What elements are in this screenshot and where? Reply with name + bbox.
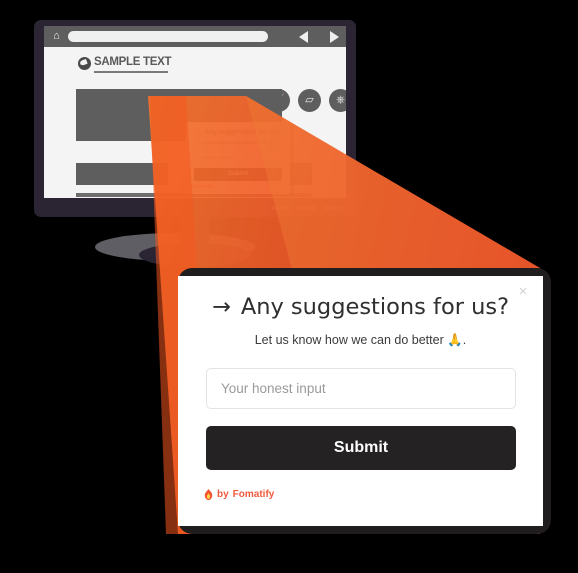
monitor: ⌂ SAMPLE TEXT ⌂ 🛒 ▱ ⎈: [34, 20, 356, 217]
flame-icon: [204, 489, 213, 500]
browser-nav-arrows: [299, 30, 339, 44]
browser-url-bar[interactable]: [68, 31, 268, 42]
mini-modal-submit-button[interactable]: Submit: [194, 168, 282, 181]
site-header: SAMPLE TEXT: [44, 47, 346, 81]
mini-modal-subtitle: Let us know how we can do better 🙏: [201, 140, 275, 145]
feedback-input[interactable]: [206, 368, 516, 409]
folder-icon[interactable]: ▱: [298, 89, 321, 112]
monitor-bezel-controls: [272, 206, 346, 211]
mini-modal-title: → Any suggestions for us?: [196, 129, 280, 136]
monitor-stand-base: [139, 243, 251, 267]
logo-underline: [94, 71, 168, 73]
browser-home-icon[interactable]: ⌂: [50, 30, 63, 43]
modal-title-text: Any suggestions for us?: [240, 294, 510, 320]
car-icon[interactable]: ⎈: [329, 89, 346, 112]
browser-chrome: ⌂: [44, 26, 346, 47]
mini-modal-branding: by Fomatify: [193, 184, 214, 188]
modal-subtitle: Let us know how we can do better 🙏.: [254, 333, 467, 347]
scene: ⌂ SAMPLE TEXT ⌂ 🛒 ▱ ⎈: [0, 0, 578, 573]
text-line: [76, 193, 194, 197]
modal-title: → Any suggestions for us?: [178, 294, 543, 320]
arrow-left-icon[interactable]: [299, 31, 308, 43]
submit-button[interactable]: Submit: [206, 426, 516, 470]
feedback-modal: × → Any suggestions for us? Let us know h…: [178, 276, 543, 526]
brand-prefix: by: [217, 489, 229, 500]
globe-icon: [78, 57, 91, 70]
arrow-right-icon: →: [211, 294, 231, 320]
site-logo-text: SAMPLE TEXT: [94, 56, 172, 68]
mini-modal-input[interactable]: Your honest input: [194, 150, 282, 163]
content-card: [76, 163, 168, 185]
arrow-right-icon[interactable]: [330, 31, 339, 43]
modal-branding: by Fomatify: [204, 489, 274, 500]
monitor-screen: ⌂ SAMPLE TEXT ⌂ 🛒 ▱ ⎈: [44, 26, 346, 198]
brand-name: Fomatify: [232, 489, 275, 500]
mini-feedback-modal: × → Any suggestions for us? Let us know …: [186, 122, 290, 194]
